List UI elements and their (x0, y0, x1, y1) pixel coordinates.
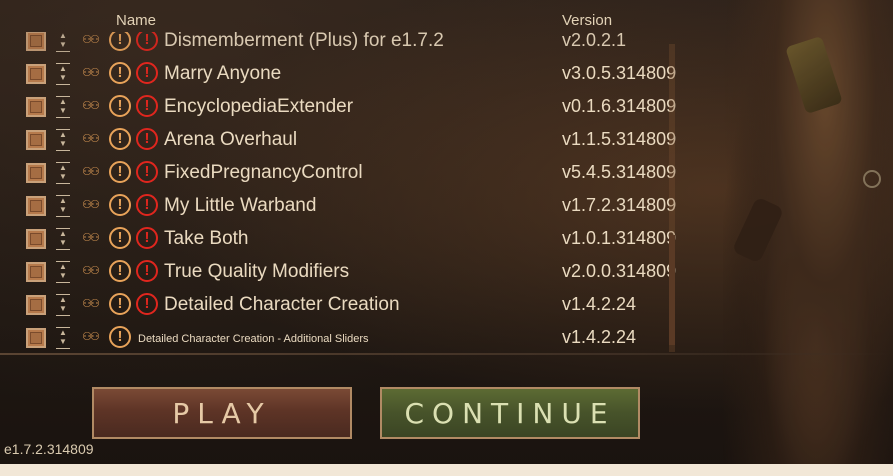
checkbox-icon[interactable] (26, 130, 46, 150)
mod-version: v1.1.5.314809 (562, 129, 677, 149)
mod-row[interactable]: ▲ ▼ ⚇⚇!! Take Both v1.0.1.314809 (0, 222, 680, 255)
mod-row[interactable]: ▲ ▼ ⚇⚇!! True Quality Modifiers v2.0.0.31480… (0, 255, 680, 288)
checkbox-icon[interactable] (26, 196, 46, 216)
version-column-header[interactable]: Version (562, 12, 612, 29)
mod-row[interactable]: ▲ ▼ ⚇⚇!! Arena Overhaul v1.1.5.314809 (0, 123, 680, 156)
mod-name: EncyclopediaExtender (164, 96, 354, 117)
mod-row[interactable]: ▲ ▼ ⚇⚇!! Detailed Character Creation v1.4.2.… (0, 288, 680, 321)
warning-icon[interactable]: ! (109, 32, 131, 51)
warning-icon[interactable]: ! (109, 62, 131, 84)
error-icon[interactable]: ! (136, 62, 158, 84)
checkbox-icon[interactable] (26, 97, 46, 117)
mod-row[interactable]: ▲ ▼ ⚇⚇!! Marry Anyone v3.0.5.314809 (0, 57, 680, 90)
mod-name: Detailed Character Creation - Additional… (138, 333, 369, 345)
error-icon[interactable]: ! (136, 128, 158, 150)
people-icon[interactable]: ⚇⚇ (78, 32, 102, 51)
error-icon[interactable]: ! (136, 32, 158, 51)
people-icon[interactable]: ⚇⚇ (78, 95, 102, 117)
game-version-label: e1.7.2.314809 (4, 441, 94, 457)
play-button[interactable]: PLAY (92, 387, 352, 439)
mod-name: True Quality Modifiers (164, 261, 350, 282)
drag-handle-icon[interactable]: ▲ ▼ (56, 129, 70, 151)
mod-name: Dismemberment (Plus) for e1.7.2 (164, 32, 444, 51)
bottom-bar (0, 464, 893, 476)
drag-handle-icon[interactable]: ▲ ▼ (56, 32, 70, 52)
divider (0, 353, 893, 355)
mod-row[interactable]: ▲ ▼ ⚇⚇!! My Little Warband v1.7.2.314809 (0, 189, 680, 222)
checkbox-icon[interactable] (26, 295, 46, 315)
people-icon[interactable]: ⚇⚇ (78, 227, 102, 249)
mod-version: v0.1.6.314809 (562, 96, 677, 116)
mod-name: My Little Warband (164, 195, 317, 216)
checkbox-icon[interactable] (26, 64, 46, 84)
people-icon[interactable]: ⚇⚇ (78, 260, 102, 282)
mod-name: Take Both (164, 228, 249, 249)
mod-row[interactable]: ▲ ▼ ⚇⚇!! Dismemberment (Plus) for e1.7.2 v2.… (0, 32, 680, 57)
rider-boot (731, 196, 785, 264)
mod-version: v2.0.2.1 (562, 32, 627, 50)
mod-version: v1.0.1.314809 (562, 228, 677, 248)
people-icon[interactable]: ⚇⚇ (78, 293, 102, 315)
mod-list-header: Name Version (0, 12, 893, 32)
mod-version: v1.4.2.24 (562, 294, 637, 314)
drag-handle-icon[interactable]: ▲ ▼ (56, 195, 70, 217)
error-icon[interactable]: ! (136, 194, 158, 216)
drag-handle-icon[interactable]: ▲ ▼ (56, 228, 70, 250)
people-icon[interactable]: ⚇⚇ (78, 62, 102, 84)
mod-version: v1.7.2.314809 (562, 195, 677, 215)
warning-icon[interactable]: ! (109, 227, 131, 249)
warning-icon[interactable]: ! (109, 95, 131, 117)
mod-version: v3.0.5.314809 (562, 63, 677, 83)
mod-version: v2.0.0.314809 (562, 261, 677, 281)
drag-handle-icon[interactable]: ▲ ▼ (56, 294, 70, 316)
name-column-header[interactable]: Name (116, 12, 156, 29)
error-icon[interactable]: ! (136, 293, 158, 315)
drag-handle-icon[interactable]: ▲ ▼ (56, 63, 70, 85)
warning-icon[interactable]: ! (109, 128, 131, 150)
mod-name: FixedPregnancyControl (164, 162, 363, 183)
drag-handle-icon[interactable]: ▲ ▼ (56, 327, 70, 349)
mod-name: Marry Anyone (164, 63, 282, 84)
drag-handle-icon[interactable]: ▲ ▼ (56, 96, 70, 118)
warning-icon[interactable]: ! (109, 326, 131, 348)
error-icon[interactable]: ! (136, 161, 158, 183)
checkbox-icon[interactable] (26, 328, 46, 348)
mod-version: v5.4.5.314809 (562, 162, 677, 182)
checkbox-icon[interactable] (26, 229, 46, 249)
mod-row[interactable]: ▲ ▼ ⚇⚇!! EncyclopediaExtender v0.1.6.314809 (0, 90, 680, 123)
mod-row[interactable]: ▲ ▼ ⚇⚇!! FixedPregnancyControl v5.4.5.314809 (0, 156, 680, 189)
warning-icon[interactable]: ! (109, 161, 131, 183)
mod-name: Detailed Character Creation (164, 294, 400, 315)
people-icon[interactable]: ⚇⚇ (78, 161, 102, 183)
mod-row[interactable]: ▲ ▼ ⚇⚇! Detailed Character Creation - Addit… (0, 321, 680, 352)
drag-handle-icon[interactable]: ▲ ▼ (56, 162, 70, 184)
horse-rider-artwork (723, 0, 893, 476)
saddle-strap (785, 35, 843, 115)
mod-version: v1.4.2.24 (562, 327, 637, 347)
error-icon[interactable]: ! (136, 260, 158, 282)
people-icon[interactable]: ⚇⚇ (78, 128, 102, 150)
warning-icon[interactable]: ! (109, 194, 131, 216)
error-icon[interactable]: ! (136, 95, 158, 117)
mod-name: Arena Overhaul (164, 129, 298, 150)
drag-handle-icon[interactable]: ▲ ▼ (56, 261, 70, 283)
checkbox-icon[interactable] (26, 262, 46, 282)
people-icon[interactable]: ⚇⚇ (78, 194, 102, 216)
people-icon[interactable]: ⚇⚇ (78, 326, 102, 348)
continue-button[interactable]: CONTINUE (380, 387, 640, 439)
error-icon[interactable]: ! (136, 227, 158, 249)
mod-list[interactable]: ▲ ▼ ⚇⚇!! Dismemberment (Plus) for e1.7.2 v2.… (0, 32, 680, 352)
harness-buckle (863, 170, 881, 188)
checkbox-icon[interactable] (26, 163, 46, 183)
warning-icon[interactable]: ! (109, 260, 131, 282)
checkbox-icon[interactable] (26, 32, 46, 51)
scrollbar-thumb[interactable] (669, 235, 675, 345)
warning-icon[interactable]: ! (109, 293, 131, 315)
